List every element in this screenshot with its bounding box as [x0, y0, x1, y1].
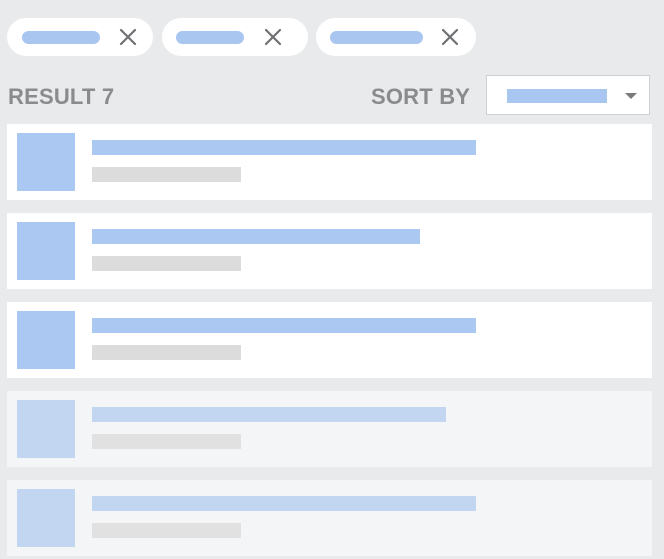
close-icon[interactable] [118, 27, 138, 47]
item-thumbnail [17, 222, 75, 280]
item-thumbnail [17, 311, 75, 369]
item-title-placeholder [92, 407, 446, 422]
item-title-placeholder [92, 229, 420, 244]
filter-chip[interactable] [162, 18, 308, 56]
item-subtitle-placeholder [92, 434, 241, 449]
sort-by-label: SORT BY [371, 84, 471, 109]
close-icon[interactable] [440, 27, 460, 47]
item-thumbnail [17, 489, 75, 547]
item-title-placeholder [92, 140, 476, 155]
sort-dropdown[interactable] [486, 75, 650, 115]
item-subtitle-placeholder [92, 256, 241, 271]
list-item[interactable] [7, 124, 652, 200]
search-results-panel: RESULT 7 SORT BY [0, 0, 664, 559]
filter-chip-label-placeholder [330, 31, 423, 44]
list-item[interactable] [7, 480, 652, 556]
item-subtitle-placeholder [92, 523, 241, 538]
filter-chip-label-placeholder [176, 31, 244, 44]
filter-chip-label-placeholder [22, 31, 100, 44]
item-subtitle-placeholder [92, 167, 241, 182]
list-item[interactable] [7, 302, 652, 378]
chevron-down-icon [625, 93, 637, 99]
sort-selected-value-placeholder [507, 89, 607, 103]
item-thumbnail [17, 133, 75, 191]
list-item[interactable] [7, 391, 652, 467]
item-thumbnail [17, 400, 75, 458]
filter-chip[interactable] [316, 18, 476, 56]
item-title-placeholder [92, 318, 476, 333]
list-item[interactable] [7, 213, 652, 289]
item-subtitle-placeholder [92, 345, 241, 360]
filter-chip[interactable] [7, 18, 153, 56]
close-icon[interactable] [263, 27, 283, 47]
item-title-placeholder [92, 496, 476, 511]
result-count: RESULT 7 [8, 84, 115, 109]
